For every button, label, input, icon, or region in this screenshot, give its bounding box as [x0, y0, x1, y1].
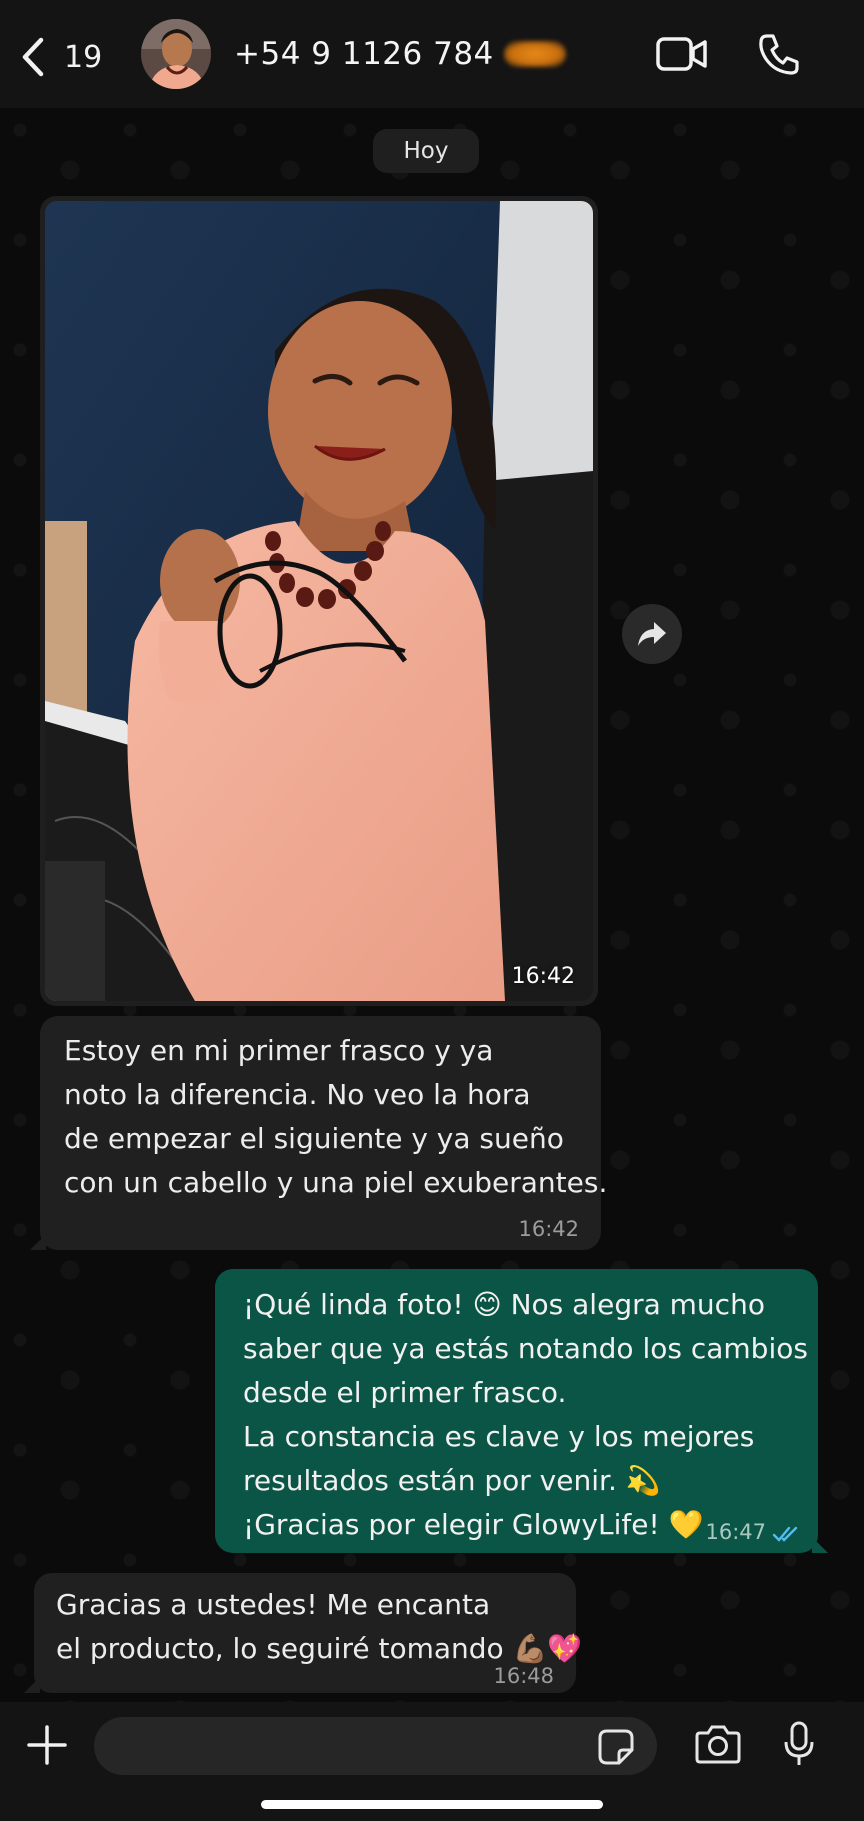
message-line: desde el primer frasco.: [243, 1376, 567, 1409]
message-time: 16:42: [518, 1217, 579, 1241]
message-time: 16:42: [511, 964, 575, 989]
bubble-tail: [24, 1677, 40, 1693]
home-indicator[interactable]: [261, 1800, 603, 1809]
camera-button[interactable]: [694, 1723, 742, 1769]
incoming-message[interactable]: Estoy en mi primer frasco y ya noto la d…: [30, 1016, 608, 1250]
bubble-tail: [30, 1234, 46, 1250]
message-line: Gracias a ustedes! Me encanta: [56, 1588, 491, 1621]
forward-button[interactable]: [622, 604, 682, 664]
bubble-tail: [812, 1537, 828, 1553]
incoming-message[interactable]: Gracias a ustedes! Me encanta el product…: [24, 1573, 583, 1693]
contact-title[interactable]: +54 9 1126 784 888: [234, 36, 566, 72]
contact-number: +54 9 1126 784: [234, 36, 494, 72]
message-line: ¡Qué linda foto! 😊 Nos alegra mucho: [243, 1288, 765, 1321]
message-line: de empezar el siguiente y ya sueño: [64, 1122, 564, 1155]
message-line: Estoy en mi primer frasco y ya: [64, 1034, 494, 1067]
voice-call-button[interactable]: [757, 32, 801, 80]
read-receipt-icon: [772, 1526, 798, 1542]
back-button[interactable]: 19: [20, 30, 102, 84]
message-line: resultados están por venir. 💫: [243, 1464, 661, 1497]
back-chevron-icon: [22, 37, 44, 77]
image-message[interactable]: 16:42: [40, 196, 598, 1006]
outgoing-message[interactable]: ¡Qué linda foto! 😊 Nos alegra mucho sabe…: [215, 1269, 828, 1553]
message-line: noto la diferencia. No veo la hora: [64, 1078, 531, 1111]
message-line: con un cabello y una piel exuberantes.: [64, 1166, 608, 1199]
message-time: 16:48: [493, 1664, 554, 1688]
video-call-button[interactable]: [655, 34, 709, 78]
shared-photo[interactable]: 16:42: [45, 201, 593, 1001]
attach-button[interactable]: [26, 1724, 68, 1770]
unread-count: 19: [64, 39, 103, 75]
voice-note-button[interactable]: [783, 1720, 815, 1772]
sticker-icon: [598, 1729, 634, 1765]
message-line: el producto, lo seguiré tomando 💪🏽💖: [56, 1632, 583, 1665]
message-input[interactable]: [94, 1717, 657, 1775]
message-line: La constancia es clave y los mejores: [243, 1420, 755, 1453]
message-line: saber que ya estás notando los cambios: [243, 1332, 808, 1365]
sticker-button[interactable]: [597, 1728, 635, 1770]
redacted-digits: 888: [503, 41, 566, 67]
contact-avatar[interactable]: [141, 19, 211, 89]
forward-arrow-icon: [638, 622, 666, 646]
voice-call-icon: [759, 34, 799, 75]
camera-icon: [695, 1725, 741, 1764]
message-time: 16:47: [705, 1520, 766, 1544]
plus-icon: [27, 1725, 67, 1765]
photo-illustration: [45, 201, 593, 1001]
microphone-icon: [784, 1721, 814, 1765]
date-divider: Hoy: [373, 129, 479, 173]
chat-screen: 19 +54 9 1126 784 888: [0, 0, 864, 1821]
chat-header: 19 +54 9 1126 784 888: [0, 0, 864, 108]
video-call-icon: [656, 37, 707, 71]
